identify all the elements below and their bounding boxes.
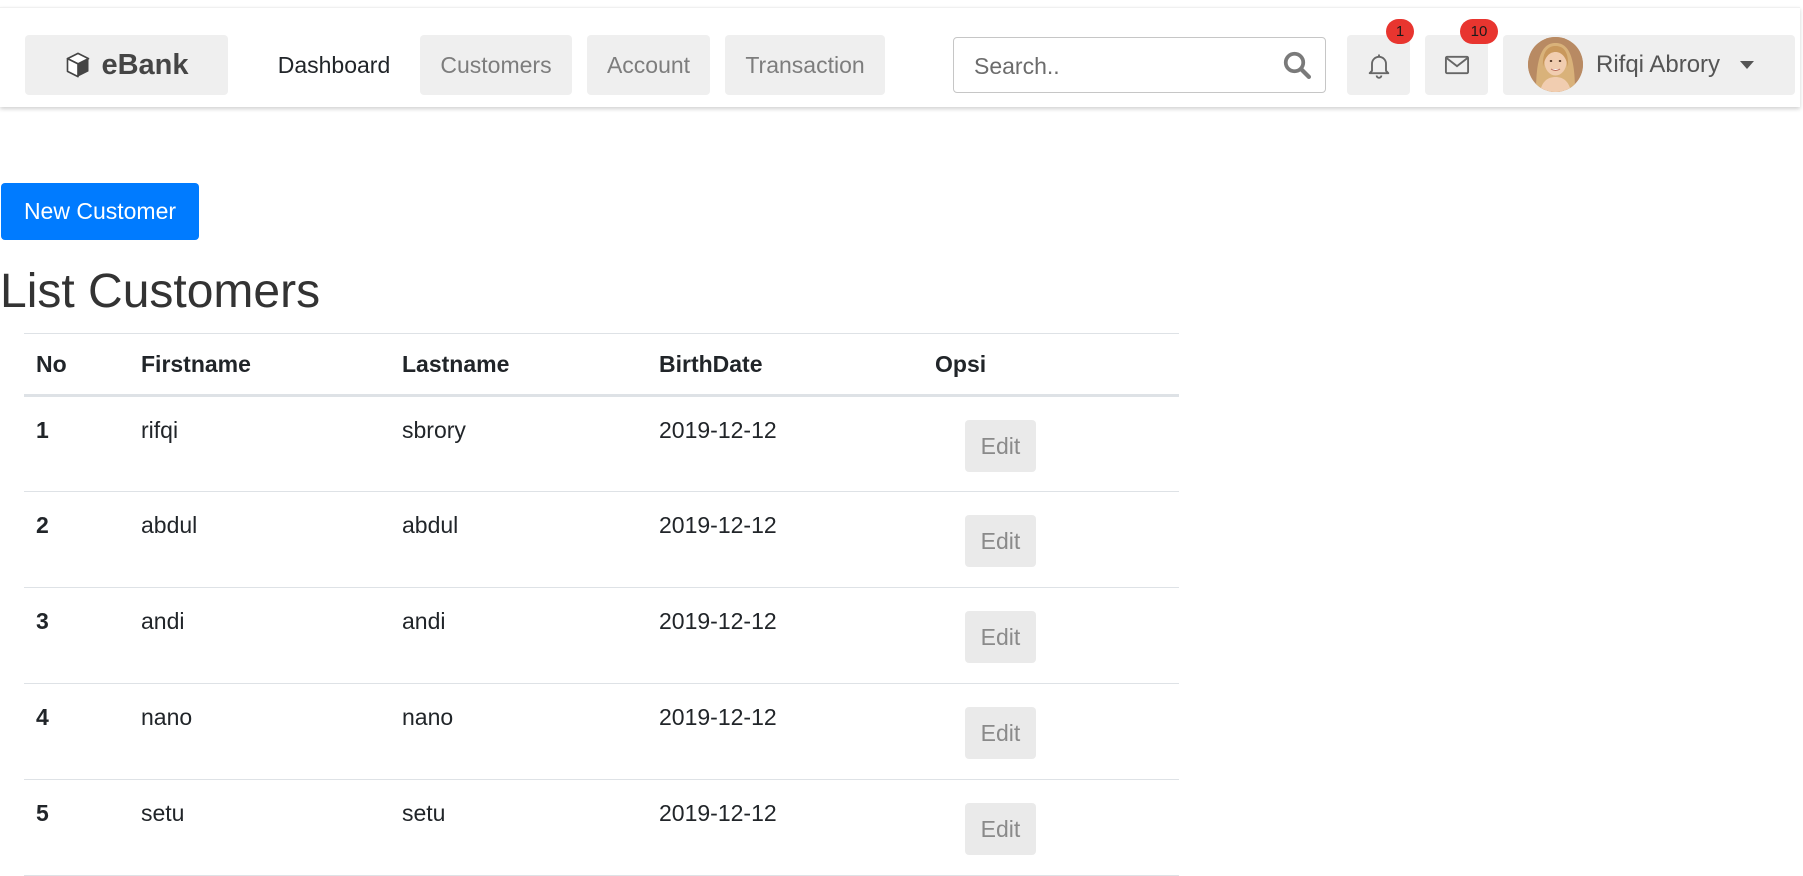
edit-button[interactable]: Edit	[965, 420, 1036, 472]
table-row: 4 nano nano 2019-12-12 Edit	[24, 683, 1179, 780]
messages-button[interactable]	[1425, 35, 1488, 95]
cell-birthdate: 2019-12-12	[659, 800, 777, 826]
cell-no: 2	[36, 512, 49, 538]
envelope-icon	[1444, 55, 1469, 75]
edit-button[interactable]: Edit	[965, 611, 1036, 663]
cell-lastname: abdul	[402, 512, 459, 538]
cell-firstname: rifqi	[141, 417, 179, 443]
new-customer-button[interactable]: New Customer	[1, 183, 199, 240]
search-box	[953, 37, 1326, 94]
cell-firstname: abdul	[141, 512, 198, 538]
nav-transaction[interactable]: Transaction	[725, 35, 885, 95]
avatar	[1528, 37, 1583, 92]
column-header-birthdate: BirthDate	[647, 333, 923, 397]
notifications-badge: 1	[1386, 19, 1414, 44]
cell-lastname: sbrory	[402, 417, 466, 443]
bell-icon	[1368, 54, 1389, 79]
edit-button[interactable]: Edit	[965, 707, 1036, 759]
box-icon	[67, 52, 90, 78]
cell-no: 3	[36, 608, 49, 634]
cell-birthdate: 2019-12-12	[659, 417, 777, 443]
nav-account[interactable]: Account	[587, 35, 710, 95]
cell-firstname: andi	[141, 608, 185, 634]
nav-dashboard-label: Dashboard	[277, 51, 391, 78]
brand-link[interactable]: eBank	[25, 35, 228, 95]
column-header-no: No	[24, 333, 129, 397]
customers-table: No Firstname Lastname BirthDate Opsi 1 r…	[24, 333, 1179, 876]
cell-birthdate: 2019-12-12	[659, 512, 777, 538]
cell-birthdate: 2019-12-12	[659, 704, 777, 730]
brand-label: eBank	[101, 48, 189, 81]
search-input[interactable]	[972, 38, 1276, 94]
nav-customers[interactable]: Customers	[420, 35, 572, 95]
cell-firstname: setu	[141, 800, 185, 826]
cell-firstname: nano	[141, 704, 193, 730]
nav-transaction-label: Transaction	[745, 51, 865, 78]
column-header-lastname: Lastname	[390, 333, 647, 397]
cell-lastname: nano	[402, 704, 454, 730]
column-header-opsi: Opsi	[923, 333, 1179, 397]
page-title: List Customers	[0, 265, 321, 318]
user-menu[interactable]: Rifqi Abrory	[1503, 35, 1795, 95]
table-row: 2 abdul abdul 2019-12-12 Edit	[24, 491, 1179, 588]
cell-birthdate: 2019-12-12	[659, 608, 777, 634]
messages-badge: 10	[1460, 19, 1498, 44]
table-header-row: No Firstname Lastname BirthDate Opsi	[24, 333, 1179, 397]
cell-lastname: setu	[402, 800, 446, 826]
notifications-button[interactable]	[1347, 35, 1410, 95]
cell-lastname: andi	[402, 608, 446, 634]
search-icon[interactable]	[1282, 50, 1312, 80]
nav-dashboard[interactable]: Dashboard	[260, 35, 408, 95]
cell-no: 4	[36, 704, 49, 730]
cell-no: 1	[36, 417, 49, 443]
caret-down-icon	[1740, 61, 1754, 69]
table-row: 3 andi andi 2019-12-12 Edit	[24, 587, 1179, 684]
top-navbar: eBank Dashboard Customers Account Transa…	[0, 7, 1800, 107]
nav-customers-label: Customers	[440, 51, 552, 78]
edit-button[interactable]: Edit	[965, 515, 1036, 567]
nav-account-label: Account	[606, 51, 691, 78]
table-row: 5 setu setu 2019-12-12 Edit	[24, 779, 1179, 876]
table-row: 1 rifqi sbrory 2019-12-12 Edit	[24, 395, 1179, 492]
user-name: Rifqi Abrory	[1596, 51, 1721, 78]
column-header-firstname: Firstname	[129, 333, 390, 397]
edit-button[interactable]: Edit	[965, 803, 1036, 855]
cell-no: 5	[36, 800, 49, 826]
